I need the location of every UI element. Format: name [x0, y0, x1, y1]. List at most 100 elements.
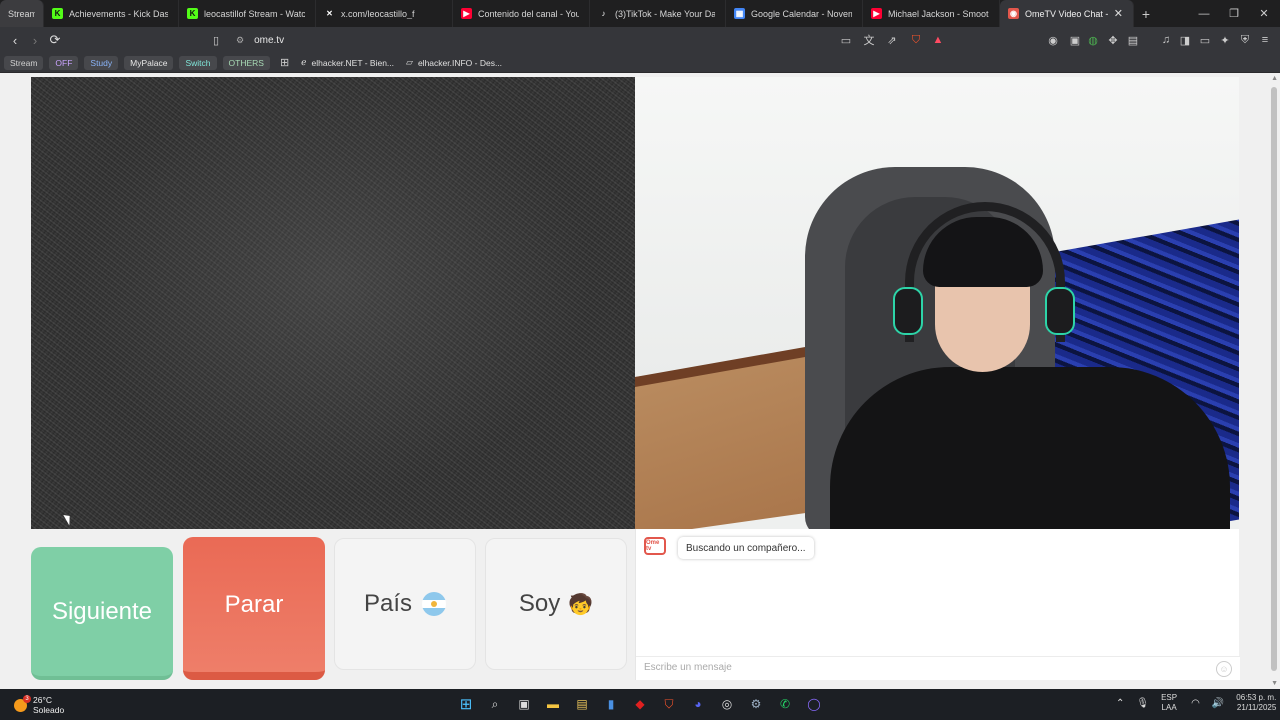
boy-emoji-icon: 🧒 — [568, 593, 594, 616]
site-info-icon[interactable]: ⚙ — [236, 35, 244, 46]
video-static-noise — [31, 77, 635, 529]
chevron-up-icon[interactable]: ⌃ — [1116, 698, 1124, 709]
message-input[interactable]: Escribe un mensaje ☺ — [636, 656, 1240, 680]
youtube-icon: ▶ — [461, 8, 472, 19]
task-view-icon[interactable]: ▣ — [513, 694, 535, 714]
tab-x[interactable]: ✕ x.com/leocastillo_f — [316, 0, 453, 27]
new-tab-button[interactable]: + — [1134, 6, 1158, 22]
translate-icon[interactable]: 文 — [861, 32, 877, 48]
tab-ometv[interactable]: ◉ OmeTV Video Chat - ✕ — [1000, 0, 1134, 27]
elhacker-icon: ℯ — [301, 57, 307, 67]
store-icon[interactable]: ▤ — [571, 694, 593, 714]
file-explorer-icon[interactable]: ▬ — [542, 694, 564, 714]
notification-badge: 3 — [23, 694, 31, 703]
argentina-flag-icon — [422, 592, 447, 616]
windows-start-icon[interactable]: ⊞ — [455, 694, 477, 714]
scroll-up-icon[interactable]: ▲ — [1271, 75, 1278, 82]
window-close-icon[interactable]: ✕ — [1248, 0, 1280, 27]
brave-browser-icon[interactable]: ⛉ — [658, 694, 680, 714]
bookmark-chip-others[interactable]: OTHERS — [222, 55, 270, 70]
game-app-icon[interactable]: ◆ — [629, 694, 651, 714]
app-icon[interactable]: ▮ — [600, 694, 622, 714]
grammarly-icon[interactable]: ◍ — [1085, 32, 1101, 48]
address-toolbar: ‹ › ⟳ ▯ ⚙ ome.tv ▭ 文 ⇗ ⛉ ▲ ◉ ▣ ◍ ✥ ▤ ♫ ◨… — [0, 27, 1280, 53]
whatsapp-icon[interactable]: ✆ — [774, 694, 796, 714]
lang-top: ESP — [1161, 693, 1178, 702]
bookmark-elhacker-info[interactable]: ▱ elhacker.INFO - Des... — [406, 57, 502, 68]
tab-kick-stream[interactable]: K leocastillof Stream - Watch Live — [179, 0, 316, 27]
tab-title: Achievements - Kick Dashboard — [69, 8, 168, 19]
bookmark-chip-switch[interactable]: Switch — [179, 55, 217, 70]
incognito-icon[interactable]: ◉ — [1045, 32, 1061, 48]
volume-icon[interactable]: 🔊 — [1212, 698, 1224, 709]
close-icon[interactable]: ✕ — [1114, 7, 1123, 20]
country-button[interactable]: País — [334, 538, 476, 670]
cast-icon[interactable]: ▭ — [838, 32, 854, 48]
microphone-icon[interactable]: 🎙 — [1136, 698, 1149, 709]
bookmark-label: elhacker.NET - Bien... — [311, 57, 395, 68]
stop-button[interactable]: Parar — [183, 537, 325, 680]
extension-icon[interactable]: ▣ — [1067, 32, 1083, 48]
tiktok-icon: ♪ — [601, 9, 606, 18]
menu-icon[interactable]: ≡ — [1257, 32, 1273, 48]
next-button[interactable]: Siguiente — [31, 547, 173, 680]
gender-button[interactable]: Soy 🧒 — [485, 538, 627, 670]
tab-title: (3)TikTok - Make Your Day — [615, 8, 715, 19]
bookmark-chip-study[interactable]: Study — [84, 55, 119, 70]
lang-bottom: LAA — [1161, 703, 1177, 712]
tab-youtube-studio[interactable]: ▶ Contenido del canal - YouTube Studio — [453, 0, 590, 27]
bookmark-elhacker-net[interactable]: ℯ elhacker.NET - Bien... — [301, 57, 394, 68]
apps-grid-icon[interactable]: ⊞ — [280, 56, 289, 69]
wifi-icon[interactable]: ◠ — [1191, 698, 1200, 709]
leo-ai-icon[interactable]: ✦ — [1217, 32, 1233, 48]
tab-google-calendar[interactable]: ▦ Google Calendar - November — [726, 0, 863, 27]
language-indicator[interactable]: ESP LAA — [1161, 693, 1177, 713]
obs-icon[interactable]: ◎ — [716, 694, 738, 714]
x-icon: ✕ — [326, 9, 333, 18]
bookmark-label: elhacker.INFO - Des... — [417, 57, 503, 68]
calendar-icon: ▦ — [734, 8, 745, 19]
scrollbar-thumb[interactable] — [1271, 87, 1277, 671]
tab-title: Stream — [8, 8, 35, 19]
scroll-down-icon[interactable]: ▼ — [1271, 680, 1278, 687]
clock[interactable]: 06:53 p. m. 21/11/2025 — [1236, 693, 1276, 713]
emoji-picker-icon[interactable]: ☺ — [1216, 661, 1232, 677]
tab-kick-dashboard[interactable]: K Achievements - Kick Dashboard — [44, 0, 179, 27]
back-icon[interactable]: ‹ — [5, 30, 25, 50]
stop-label: Parar — [224, 590, 284, 618]
youtube-icon: ▶ — [871, 8, 882, 19]
weather-widget[interactable]: 3 26°C Soleado — [14, 694, 64, 715]
forward-icon[interactable]: › — [25, 30, 45, 50]
brave-shield-icon[interactable]: ⛉ — [908, 32, 924, 48]
tab-stream[interactable]: Stream — [0, 0, 44, 27]
kick-icon: K — [52, 8, 63, 19]
bookmark-chip-mypalace[interactable]: MyPalace — [124, 55, 174, 70]
bookmark-chip-stream[interactable]: Stream — [4, 55, 44, 70]
search-icon[interactable]: ⌕ — [484, 694, 506, 714]
puzzle-icon[interactable]: ✥ — [1105, 32, 1121, 48]
minimize-icon[interactable]: — — [1188, 0, 1220, 27]
screenshot-icon[interactable]: ▤ — [1125, 32, 1141, 48]
weather-temp: 26°C — [33, 695, 52, 705]
sidebar-icon[interactable]: ◨ — [1177, 32, 1193, 48]
headset-earcup-right — [1045, 287, 1075, 335]
maximize-icon[interactable]: ❐ — [1218, 0, 1250, 27]
tab-youtube-music[interactable]: ▶ Michael Jackson - Smooth Criminal — [863, 0, 1000, 27]
bookmark-chip-off[interactable]: OFF — [49, 55, 79, 70]
kick-icon: K — [187, 8, 198, 19]
assistant-icon[interactable]: ◯ — [803, 694, 825, 714]
tab-title: Contenido del canal - YouTube Studio — [478, 8, 579, 19]
settings-gear-icon[interactable]: ⚙ — [745, 694, 767, 714]
reload-icon[interactable]: ⟳ — [45, 30, 65, 50]
tab-tiktok[interactable]: ♪ (3)TikTok - Make Your Day — [590, 0, 726, 27]
music-icon[interactable]: ♫ — [1158, 32, 1174, 48]
sun-icon: 3 — [14, 694, 31, 712]
tab-title: Google Calendar - November — [751, 8, 852, 19]
vpn-icon[interactable]: ⛨ — [1237, 32, 1253, 48]
page-scrollbar[interactable]: ▲ ▼ — [1268, 73, 1280, 689]
share-icon[interactable]: ⇗ — [884, 32, 900, 48]
bookmark-icon[interactable]: ▯ — [208, 32, 224, 48]
wallet-icon[interactable]: ▭ — [1197, 32, 1213, 48]
discord-icon[interactable]: ◕ — [687, 694, 709, 714]
brave-rewards-icon[interactable]: ▲ — [930, 32, 946, 48]
